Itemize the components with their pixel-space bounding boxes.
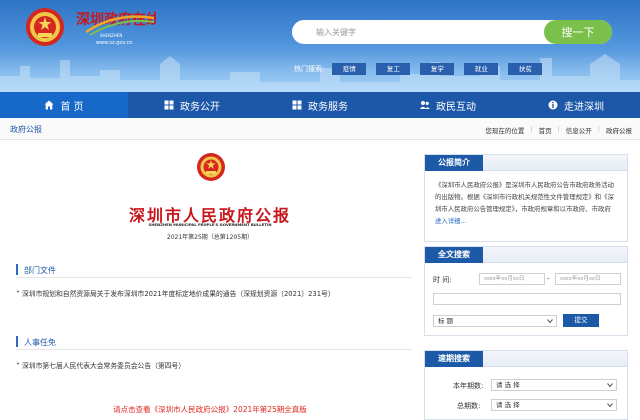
breadcrumb-link-bulletin[interactable]: 政府公报 (606, 125, 632, 135)
bulletin-issue: 2021年第25期（总第1205期） (166, 234, 254, 241)
search-tab: 全文搜索 (425, 247, 483, 263)
national-emblem-icon (26, 8, 64, 46)
chevron-down-icon (547, 319, 553, 324)
nav-item-label: 政民互动 (436, 101, 476, 113)
full-issue-link[interactable]: 请点击查看《深圳市人民政府公报》2021年第25期全真版 (8, 404, 412, 415)
total-issue-select[interactable]: 请 选 择 (491, 399, 617, 411)
nav-item-about-shenzhen[interactable]: 走进深圳 (512, 92, 640, 118)
hot-search-item[interactable]: 复学 (420, 63, 455, 75)
year-issue-label: 本年期数: (453, 382, 484, 390)
breadcrumb-location-label: 您现在的位置 (485, 127, 525, 135)
section-header: 人事任免 (16, 334, 412, 350)
date-separator: - (547, 275, 550, 283)
search-input[interactable] (306, 20, 536, 44)
section-title: 人事任免 (24, 338, 56, 347)
hot-search-item[interactable]: 扶贫 (508, 63, 543, 75)
grid-icon (292, 100, 302, 110)
intro-body: 《深圳市人民政府公报》是深圳市人民政府公告市政府政务活动的出版物。根据《深圳市行… (435, 181, 614, 213)
info-icon (548, 100, 558, 110)
bulletin-masthead: 深圳市人民政府公报 SHENZHEN MUNICIPAL PEOPLE'S GO… (8, 148, 412, 244)
time-label: 时 间: (433, 276, 452, 284)
section-personnel: 人事任免 深圳市第七届人民代表大会常务委员会公告（第四号） (16, 334, 412, 370)
date-start-field[interactable]: xxxx年xx月xx日 (479, 273, 545, 285)
keyword-field[interactable] (433, 293, 621, 305)
breadcrumb-separator: | (530, 125, 533, 133)
nav-item-label: 政务公开 (180, 101, 220, 113)
intro-text: 《深圳市人民政府公报》是深圳市人民政府公告市政府政务活动的出版物。根据《深圳市行… (425, 171, 627, 233)
home-icon (44, 100, 54, 110)
breadcrumb-separator: | (597, 125, 600, 133)
year-issue-select-value: 请 选 择 (496, 381, 520, 389)
nav-item-interaction[interactable]: 政民互动 (384, 92, 512, 118)
nav-item-home[interactable]: 首 页 (0, 92, 128, 118)
nav-item-label: 政务服务 (308, 101, 348, 113)
field-select[interactable]: 标 题 (433, 315, 557, 327)
grid-icon (164, 100, 174, 110)
hot-search-item[interactable]: 疫情 (332, 63, 367, 75)
period-tab: 速期搜索 (425, 351, 483, 367)
section-title: 部门文件 (24, 266, 56, 275)
nav-item-label: 走进深圳 (564, 101, 604, 113)
search-button[interactable]: 搜一下 (544, 20, 612, 44)
section-header: 部门文件 (16, 262, 412, 278)
search-box: 搜一下 (292, 20, 612, 44)
chevron-down-icon (607, 383, 613, 388)
intro-tab: 公报简介 (425, 155, 483, 171)
users-icon (420, 101, 430, 109)
section-department-docs: 部门文件 深圳市规划和自然资源局关于发布深圳市2021年度标定地价成果的通告（深… (16, 262, 412, 298)
search-panel: 全文搜索 时 间: xxxx年xx月xx日 - xxxx年xx月xx日 标 题 … (424, 246, 628, 336)
chevron-down-icon (607, 403, 613, 408)
nav-item-gov-affairs[interactable]: 政务公开 (128, 92, 256, 118)
main-nav: 首 页 政务公开 政务服务 政民互动 走进深圳 (0, 92, 640, 118)
nav-item-label: 首 页 (60, 101, 84, 113)
hot-search: 热门搜索: 疫情 复工 复学 就业 扶贫 (294, 62, 552, 76)
section-marker (16, 264, 18, 275)
breadcrumb-link-home[interactable]: 首页 (539, 125, 552, 135)
site-logo-icon: 深圳政府在线 SHENZHEN (76, 11, 156, 38)
logo-url: www.sz.gov.cn (96, 40, 133, 46)
period-panel: 速期搜索 本年期数: 请 选 择 总期数: 请 选 择 (424, 350, 628, 420)
date-end-field[interactable]: xxxx年xx月xx日 (555, 273, 621, 285)
site-header: 深圳政府在线 SHENZHEN www.sz.gov.cn 搜一下 热门搜索: … (0, 0, 640, 92)
hot-search-item[interactable]: 就业 (464, 63, 499, 75)
breadcrumb-link-info[interactable]: 信息公开 (566, 125, 592, 135)
panel-header: 公报简介 (425, 155, 627, 171)
nav-item-gov-services[interactable]: 政务服务 (256, 92, 384, 118)
intro-more-link[interactable]: 进入详细... (435, 217, 467, 225)
national-emblem-icon (197, 153, 225, 181)
hot-search-item[interactable]: 复工 (376, 63, 411, 75)
logo-text-en: SHENZHEN (100, 33, 122, 38)
breadcrumb: 政府公报 您现在的位置 | 首页 | 信息公开 | 政府公报 (0, 118, 640, 140)
breadcrumb-path: 您现在的位置 | 首页 | 信息公开 | 政府公报 (479, 125, 632, 135)
intro-panel: 公报简介 《深圳市人民政府公报》是深圳市人民政府公告市政府政务活动的出版物。根据… (424, 154, 628, 242)
hot-search-label: 热门搜索: (294, 65, 325, 73)
bulletin-title-en: SHENZHEN MUNICIPAL PEOPLE'S GOVERNMENT B… (148, 222, 272, 227)
year-issue-select[interactable]: 请 选 择 (491, 379, 617, 391)
section-marker (16, 336, 18, 347)
panel-header: 全文搜索 (425, 247, 627, 263)
field-select-value: 标 题 (438, 317, 454, 325)
main-content: 深圳市人民政府公报 SHENZHEN MUNICIPAL PEOPLE'S GO… (8, 148, 412, 420)
list-item[interactable]: 深圳市第七届人民代表大会常务委员会公告（第四号） (16, 360, 412, 370)
total-issue-select-value: 请 选 择 (496, 401, 520, 409)
submit-button[interactable]: 提交 (563, 314, 599, 327)
breadcrumb-separator: | (557, 125, 560, 133)
panel-header: 速期搜索 (425, 351, 627, 367)
list-item[interactable]: 深圳市规划和自然资源局关于发布深圳市2021年度标定地价成果的通告（深规划资源〔… (16, 288, 412, 298)
page-title: 政府公报 (10, 125, 42, 134)
total-issue-label: 总期数: (457, 402, 481, 410)
